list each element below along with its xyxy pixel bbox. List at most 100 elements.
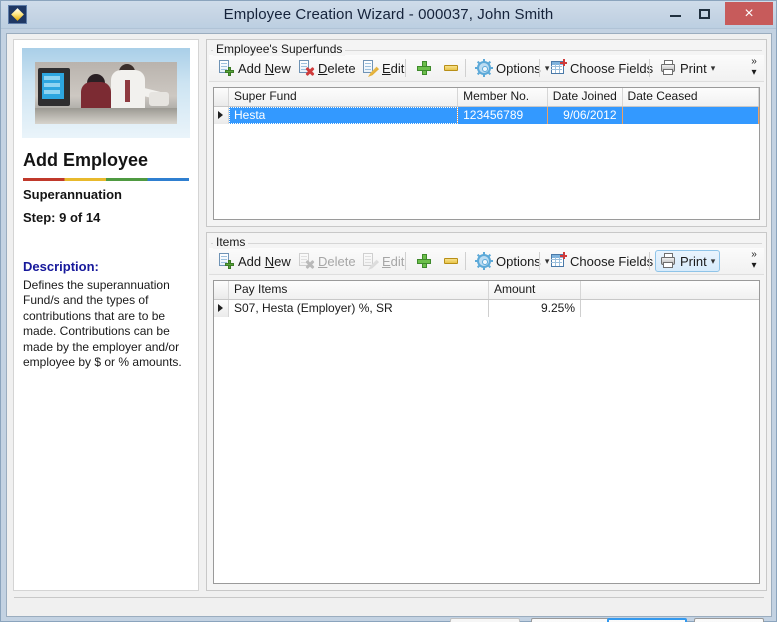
items-choose-fields-button[interactable]: Choose Fields bbox=[545, 250, 658, 272]
description-heading: Description: bbox=[23, 259, 99, 274]
superfunds-minus-button[interactable] bbox=[438, 57, 464, 79]
superfunds-choose-fields-button[interactable]: Choose Fields bbox=[545, 57, 658, 79]
page-add-icon bbox=[218, 60, 234, 76]
superfunds-delete-label: Delete bbox=[318, 60, 356, 76]
minus-icon bbox=[443, 253, 459, 269]
page-edit-icon bbox=[362, 253, 379, 270]
superfunds-delete-button[interactable]: Delete bbox=[293, 57, 361, 79]
printer-icon bbox=[660, 60, 676, 76]
maximize-button[interactable] bbox=[690, 2, 720, 24]
row-indicator bbox=[214, 107, 229, 124]
toolbar-separator bbox=[465, 59, 466, 77]
items-toolbar: Add New Delete Edit Options ▾ Choose Fie… bbox=[209, 248, 764, 275]
toolbar-separator bbox=[405, 59, 406, 77]
footer-divider bbox=[14, 597, 764, 598]
help-button: Help bbox=[450, 618, 520, 622]
current-row-arrow-icon bbox=[218, 111, 223, 119]
chevron-down-icon: ▾ bbox=[710, 62, 716, 73]
toolbar-separator bbox=[539, 252, 540, 270]
items-add-new-label: Add New bbox=[238, 253, 291, 269]
maximize-icon bbox=[699, 9, 710, 19]
column-header-amount[interactable]: Amount bbox=[489, 281, 581, 299]
cell-date-joined[interactable]: 9/06/2012 bbox=[547, 107, 623, 124]
items-edit-label: Edit bbox=[382, 253, 405, 269]
overflow-down-icon: ▾ bbox=[751, 67, 757, 78]
page-edit-icon bbox=[362, 60, 379, 77]
superfunds-print-button[interactable]: Print ▾ bbox=[655, 57, 720, 79]
items-toolbar-overflow-button[interactable]: » ▾ bbox=[746, 249, 762, 273]
items-delete-label: Delete bbox=[318, 253, 356, 269]
cell-member-no[interactable]: 123456789 bbox=[458, 107, 548, 124]
row-indicator-header bbox=[214, 281, 229, 299]
superfunds-print-label: Print bbox=[680, 60, 707, 76]
gear-icon bbox=[475, 252, 493, 270]
choose-fields-icon bbox=[550, 59, 567, 76]
office-workers-photo bbox=[22, 48, 190, 138]
minus-icon bbox=[443, 60, 459, 76]
plus-icon bbox=[416, 60, 432, 76]
superfunds-add-new-button[interactable]: Add New bbox=[213, 57, 296, 79]
superfunds-caption: Employee's Superfunds bbox=[213, 42, 346, 56]
description-text: Defines the superannuation Fund/s and th… bbox=[23, 278, 182, 370]
minimize-button[interactable] bbox=[660, 2, 690, 24]
next-button[interactable]: Next > bbox=[607, 618, 687, 622]
back-button[interactable]: < Back bbox=[531, 618, 611, 622]
overflow-chevrons-icon: » bbox=[751, 249, 757, 260]
toolbar-separator bbox=[649, 252, 650, 270]
printer-icon bbox=[660, 253, 676, 269]
table-row[interactable]: S07, Hesta (Employer) %, SR 9.25% bbox=[214, 300, 759, 317]
title-bar: Employee Creation Wizard - 000037, John … bbox=[1, 1, 776, 29]
page-title: Add Employee bbox=[23, 150, 149, 170]
items-print-label: Print bbox=[680, 253, 707, 269]
items-plus-button[interactable] bbox=[411, 250, 437, 272]
items-panel: Items Add New Delete Edit Options ▾ Choo… bbox=[206, 232, 767, 591]
page-subtitle: Superannuation bbox=[23, 187, 122, 202]
table-row[interactable]: Hesta 123456789 9/06/2012 bbox=[214, 107, 759, 124]
items-grid[interactable]: Pay Items Amount S07, Hesta (Employer) %… bbox=[213, 280, 760, 584]
minimize-icon bbox=[670, 15, 681, 17]
panel-divider bbox=[211, 243, 762, 244]
items-caption: Items bbox=[213, 235, 249, 249]
superfunds-grid[interactable]: Super Fund Member No. Date Joined Date C… bbox=[213, 87, 760, 220]
cancel-button[interactable]: Cancel bbox=[694, 618, 764, 622]
column-header-date-joined[interactable]: Date Joined bbox=[548, 88, 623, 106]
row-indicator-header bbox=[214, 88, 229, 106]
items-print-button[interactable]: Print ▾ bbox=[655, 250, 721, 272]
toolbar-separator bbox=[649, 59, 650, 77]
toolbar-separator bbox=[405, 252, 406, 270]
desk-object bbox=[149, 92, 169, 106]
superfunds-add-new-label: Add New bbox=[238, 60, 291, 76]
application-window: Employee Creation Wizard - 000037, John … bbox=[0, 0, 777, 622]
chevron-down-icon: ▾ bbox=[710, 255, 716, 266]
wizard-sidebar: Add Employee Superannuation Step: 9 of 1… bbox=[13, 39, 199, 591]
choose-fields-icon bbox=[550, 252, 567, 269]
column-header-member-no[interactable]: Member No. bbox=[458, 88, 548, 106]
items-delete-button: Delete bbox=[293, 250, 361, 272]
items-add-new-button[interactable]: Add New bbox=[213, 250, 296, 272]
column-header-date-ceased[interactable]: Date Ceased bbox=[623, 88, 759, 106]
cell-date-ceased[interactable] bbox=[622, 107, 759, 124]
superfunds-grid-header: Super Fund Member No. Date Joined Date C… bbox=[214, 88, 759, 107]
close-button[interactable]: × bbox=[725, 2, 773, 25]
column-header-pay-items[interactable]: Pay Items bbox=[229, 281, 489, 299]
plus-icon bbox=[416, 253, 432, 269]
items-options-button[interactable]: Options ▾ bbox=[471, 250, 554, 272]
column-header-super-fund[interactable]: Super Fund bbox=[229, 88, 459, 106]
superfunds-toolbar-overflow-button[interactable]: » ▾ bbox=[746, 56, 762, 80]
items-grid-header: Pay Items Amount bbox=[214, 281, 759, 300]
step-indicator: Step: 9 of 14 bbox=[23, 210, 101, 225]
gear-icon bbox=[475, 59, 493, 77]
superfunds-options-button[interactable]: Options ▾ bbox=[471, 57, 554, 79]
items-choose-fields-label: Choose Fields bbox=[570, 253, 654, 269]
cell-amount[interactable]: 9.25% bbox=[489, 300, 581, 317]
items-edit-button: Edit bbox=[357, 250, 409, 272]
superfunds-edit-button[interactable]: Edit bbox=[357, 57, 409, 79]
superfunds-edit-label: Edit bbox=[382, 60, 405, 76]
close-icon: × bbox=[744, 5, 754, 22]
cell-pay-item[interactable]: S07, Hesta (Employer) %, SR bbox=[229, 300, 489, 317]
cell-super-fund[interactable]: Hesta bbox=[229, 107, 459, 124]
client-area: Add Employee Superannuation Step: 9 of 1… bbox=[6, 33, 772, 622]
items-minus-button[interactable] bbox=[438, 250, 464, 272]
superfunds-plus-button[interactable] bbox=[411, 57, 437, 79]
superfunds-choose-fields-label: Choose Fields bbox=[570, 60, 654, 76]
